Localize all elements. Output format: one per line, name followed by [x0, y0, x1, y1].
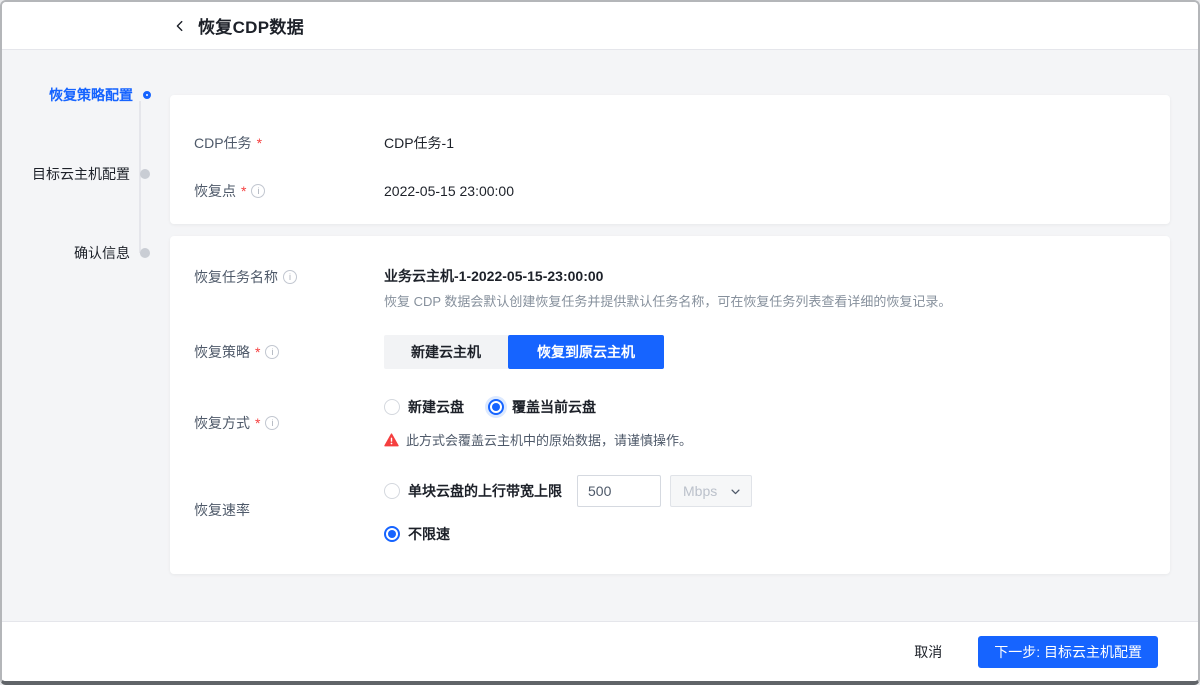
step-pending-dot-icon	[140, 169, 150, 179]
step-label: 确认信息	[74, 243, 130, 263]
step-label: 目标云主机配置	[32, 164, 130, 184]
strategy-option-new-host[interactable]: 新建云主机	[384, 335, 508, 369]
rate-unlimited-option-line: 不限速	[384, 524, 1146, 544]
mode-option-overwrite-disk[interactable]: 覆盖当前云盘	[488, 397, 596, 417]
radio-checked-icon[interactable]	[384, 526, 400, 542]
cdp-task-row: CDP任务 * CDP任务-1	[194, 133, 1146, 153]
restore-cdp-wizard-window: 恢复CDP数据 恢复策略配置 目标云主机配置 确认信息 CDP任务 * CDP任…	[0, 0, 1200, 685]
cdp-task-value: CDP任务-1	[384, 133, 1146, 153]
rate-option-label: 单块云盘的上行带宽上限	[408, 481, 562, 501]
radio-unchecked-icon[interactable]	[384, 399, 400, 415]
rate-options-group: 单块云盘的上行带宽上限 Mbps 不限速	[384, 475, 1146, 544]
strategy-toggle-group: 新建云主机 恢复到原云主机	[384, 335, 1146, 369]
strategy-label-group: 恢复策略 * i	[194, 342, 384, 362]
step-active-dot-icon	[143, 91, 151, 99]
info-icon[interactable]: i	[265, 345, 279, 359]
restore-config-panel: 恢复任务名称 i 业务云主机-1-2022-05-15-23:00:00 恢复 …	[170, 236, 1170, 574]
rate-bandwidth-option: 单块云盘的上行带宽上限 Mbps	[384, 475, 1146, 507]
strategy-row: 恢复策略 * i 新建云主机 恢复到原云主机	[194, 335, 1146, 369]
rate-option-bandwidth-limit[interactable]: 单块云盘的上行带宽上限	[384, 481, 562, 501]
overwrite-warning: 此方式会覆盖云主机中的原始数据，请谨慎操作。	[384, 430, 1146, 449]
radio-checked-icon[interactable]	[488, 399, 504, 415]
mode-label-group: 恢复方式 * i	[194, 397, 384, 449]
step-target-host-config: 目标云主机配置	[2, 163, 154, 185]
next-step-button[interactable]: 下一步: 目标云主机配置	[978, 636, 1158, 668]
required-mark: *	[255, 342, 260, 362]
step-label: 恢复策略配置	[49, 85, 133, 105]
back-button[interactable]	[170, 16, 190, 36]
page-title: 恢复CDP数据	[198, 13, 304, 38]
step-restore-strategy-config: 恢复策略配置	[2, 84, 154, 106]
rate-option-unlimited[interactable]: 不限速	[384, 524, 450, 544]
overwrite-warning-text: 此方式会覆盖云主机中的原始数据，请谨慎操作。	[406, 430, 692, 449]
chevron-down-icon	[730, 486, 741, 497]
restore-point-row: 恢复点 * i 2022-05-15 23:00:00	[194, 181, 1146, 201]
bandwidth-unit-select[interactable]: Mbps	[670, 475, 752, 507]
chevron-left-icon	[173, 19, 187, 33]
info-icon[interactable]: i	[283, 270, 297, 284]
strategy-option-original-host[interactable]: 恢复到原云主机	[508, 335, 664, 369]
cdp-task-label-group: CDP任务 *	[194, 133, 384, 153]
main-content: CDP任务 * CDP任务-1 恢复点 * i 2022-05-15 23:00…	[170, 95, 1170, 574]
info-icon[interactable]: i	[265, 416, 279, 430]
mode-row: 恢复方式 * i 新建云盘 覆盖当前云盘	[194, 397, 1146, 449]
strategy-label: 恢复策略	[194, 342, 250, 362]
task-name-value: 业务云主机-1-2022-05-15-23:00:00	[384, 266, 1146, 286]
page-header: 恢复CDP数据	[2, 2, 1198, 50]
required-mark: *	[255, 413, 260, 433]
footer-action-bar: 取消 下一步: 目标云主机配置	[2, 621, 1198, 681]
required-mark: *	[257, 133, 262, 153]
basic-info-panel: CDP任务 * CDP任务-1 恢复点 * i 2022-05-15 23:00…	[170, 95, 1170, 224]
mode-option-label: 覆盖当前云盘	[512, 397, 596, 417]
rate-option-label: 不限速	[408, 524, 450, 544]
cancel-button[interactable]: 取消	[904, 636, 952, 668]
warning-triangle-icon	[384, 433, 399, 447]
task-name-row: 恢复任务名称 i 业务云主机-1-2022-05-15-23:00:00 恢复 …	[194, 266, 1146, 311]
restore-point-value: 2022-05-15 23:00:00	[384, 181, 1146, 201]
task-name-label: 恢复任务名称	[194, 267, 278, 287]
bandwidth-unit-value: Mbps	[683, 483, 717, 499]
info-icon[interactable]: i	[251, 184, 265, 198]
restore-point-label: 恢复点	[194, 181, 236, 201]
radio-unchecked-icon[interactable]	[384, 483, 400, 499]
rate-label-group: 恢复速率	[194, 475, 384, 544]
mode-option-new-disk[interactable]: 新建云盘	[384, 397, 464, 417]
task-name-value-group: 业务云主机-1-2022-05-15-23:00:00 恢复 CDP 数据会默认…	[384, 266, 1146, 311]
mode-label: 恢复方式	[194, 413, 250, 433]
restore-point-label-group: 恢复点 * i	[194, 181, 384, 201]
task-name-help-text: 恢复 CDP 数据会默认创建恢复任务并提供默认任务名称，可在恢复任务列表查看详细…	[384, 293, 1146, 311]
rate-label: 恢复速率	[194, 500, 250, 520]
step-confirm-info: 确认信息	[2, 242, 154, 264]
mode-radio-line: 新建云盘 覆盖当前云盘	[384, 397, 1146, 417]
rate-row: 恢复速率 单块云盘的上行带宽上限 Mbps	[194, 475, 1146, 544]
task-name-label-group: 恢复任务名称 i	[194, 266, 384, 311]
required-mark: *	[241, 181, 246, 201]
step-pending-dot-icon	[140, 248, 150, 258]
cdp-task-label: CDP任务	[194, 133, 252, 153]
mode-options-group: 新建云盘 覆盖当前云盘	[384, 397, 1146, 449]
mode-option-label: 新建云盘	[408, 397, 464, 417]
bandwidth-value-input[interactable]	[577, 475, 661, 507]
